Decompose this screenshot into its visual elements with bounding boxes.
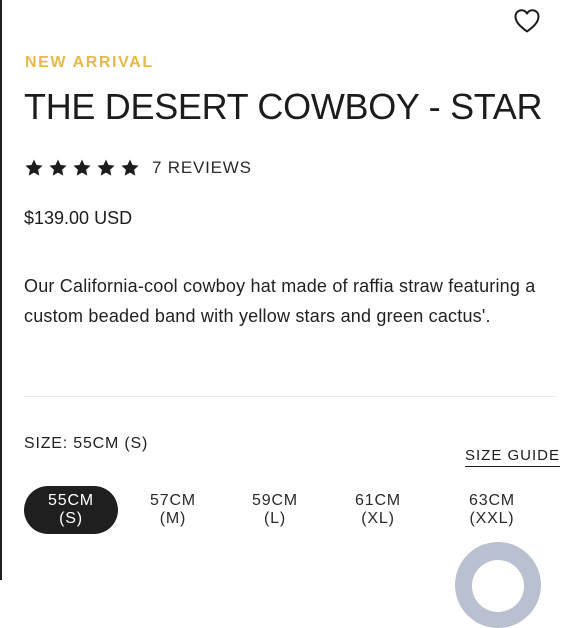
size-option-cm: 57CM [150, 492, 196, 509]
star-rating [24, 158, 140, 178]
selected-size-label: SIZE: 55CM (S) [24, 435, 149, 452]
size-option-code: (M) [159, 510, 187, 527]
size-option-code: (L) [264, 510, 286, 527]
size-option-cm: 59CM [252, 492, 298, 509]
star-icon [73, 159, 91, 176]
section-divider [24, 396, 556, 397]
product-price: $139.00 USD [24, 208, 133, 228]
product-rating[interactable]: 7 REVIEWS [24, 156, 252, 180]
star-icon [97, 159, 115, 176]
size-selector: 55CM (S) 57CM (M) 59CM (L) 61CM (XL) 63CM (XX… [24, 486, 572, 534]
size-option-61cm[interactable]: 61CM (XL) [331, 486, 425, 534]
size-option-code: (S) [59, 510, 83, 527]
size-option-code: (XL) [361, 510, 395, 527]
star-icon [49, 159, 67, 176]
size-option-cm: 55CM [48, 492, 94, 509]
size-option-63cm[interactable]: 63CM (XXL) [445, 486, 539, 534]
star-icon [121, 159, 139, 176]
size-option-57cm[interactable]: 57CM (M) [126, 486, 220, 534]
left-edge-border [0, 0, 2, 580]
product-title: THE DESERT COWBOY - STAR [24, 86, 543, 127]
product-description: Our California-cool cowboy hat made of r… [24, 276, 536, 326]
size-option-code: (XXL) [469, 510, 515, 527]
size-guide-link[interactable]: SIZE GUIDE [465, 447, 561, 467]
wishlist-button[interactable] [512, 6, 542, 36]
size-option-59cm[interactable]: 59CM (L) [228, 486, 322, 534]
reviews-link[interactable]: 7 REVIEWS [152, 158, 252, 178]
new-arrival-badge: NEW ARRIVAL [25, 54, 154, 71]
size-option-55cm[interactable]: 55CM (S) [24, 486, 118, 534]
size-option-cm: 63CM [469, 492, 515, 509]
star-icon [25, 159, 43, 176]
size-option-cm: 61CM [355, 492, 401, 509]
heart-icon [514, 9, 540, 33]
chat-icon [472, 560, 524, 612]
